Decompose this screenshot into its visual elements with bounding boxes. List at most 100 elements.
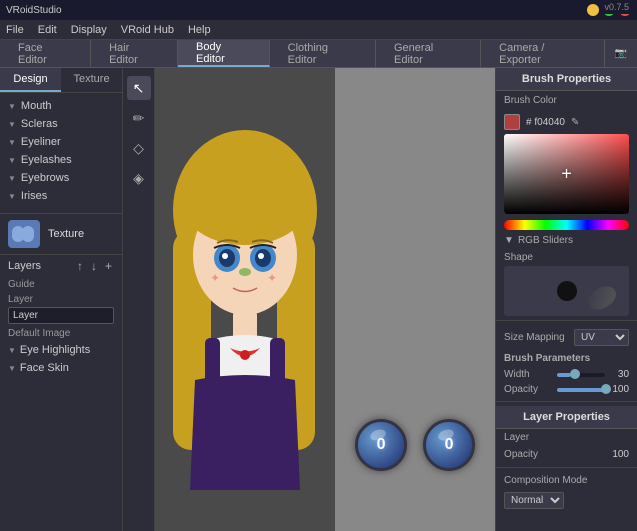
- layer-section: Layer: [0, 292, 122, 326]
- shape-circle: [557, 281, 577, 301]
- category-eyebrows[interactable]: ▼ Eyebrows: [0, 169, 122, 187]
- menu-display[interactable]: Display: [71, 24, 107, 36]
- chevron-icon: ▼: [8, 156, 16, 165]
- width-slider[interactable]: [557, 373, 605, 377]
- composition-mode-select[interactable]: Normal Multiply Screen Overlay: [504, 492, 564, 509]
- width-row: Width 30: [496, 367, 637, 382]
- menu-edit[interactable]: Edit: [38, 24, 57, 36]
- width-slider-thumb[interactable]: [570, 369, 580, 379]
- app-title: VRoidStudio: [6, 5, 62, 16]
- right-panel: Brush Properties Brush Color # f04040 ✎ …: [495, 68, 637, 531]
- brush-color-label: Brush Color: [504, 95, 557, 106]
- category-irises[interactable]: ▼ Irises: [0, 187, 122, 205]
- menu-bar: File Edit Display VRoid Hub Help: [0, 20, 637, 40]
- divider: [496, 401, 637, 402]
- category-mouth[interactable]: ▼ Mouth: [0, 97, 122, 115]
- chevron-icon: ▼: [8, 346, 16, 355]
- chevron-icon: ▼: [8, 138, 16, 147]
- guide-label: Guide: [8, 279, 35, 290]
- brush-stroke: [584, 282, 620, 314]
- layer-down-button[interactable]: ↓: [89, 259, 99, 273]
- layer-up-button[interactable]: ↑: [75, 259, 85, 273]
- rgb-sliders-label: RGB Sliders: [518, 235, 573, 246]
- chevron-icon: ▼: [8, 120, 16, 129]
- design-tab[interactable]: Design: [0, 68, 61, 92]
- hue-bar[interactable]: [504, 220, 629, 230]
- title-bar: VRoidStudio v0.7.5: [0, 0, 637, 20]
- camera-icon[interactable]: 📷: [615, 48, 627, 59]
- tool-toolbar: ↖ ✏ ◇ ◈: [123, 68, 155, 531]
- version-badge: v0.7.5: [600, 0, 633, 14]
- size-mapping-label: Size Mapping: [504, 332, 570, 343]
- color-value-row: # f04040 ✎: [496, 110, 637, 134]
- tab-general-editor[interactable]: General Editor: [376, 40, 481, 67]
- design-texture-tabs: Design Texture: [0, 68, 122, 93]
- shape-preview: [504, 266, 629, 316]
- chevron-icon: ▼: [8, 102, 16, 111]
- layer-input[interactable]: [8, 307, 114, 324]
- divider: [496, 467, 637, 468]
- category-eyeliner[interactable]: ▼ Eyeliner: [0, 133, 122, 151]
- main-layout: Design Texture ▼ Mouth ▼ Scleras ▼ Eyeli…: [0, 68, 637, 531]
- color-picker-inner: +: [504, 134, 629, 214]
- texture-tab[interactable]: Texture: [61, 68, 122, 92]
- size-mapping-select[interactable]: UV: [574, 329, 629, 346]
- category-eyelashes[interactable]: ▼ Eyelashes: [0, 151, 122, 169]
- menu-help[interactable]: Help: [188, 24, 211, 36]
- orb-left: [355, 419, 407, 471]
- divider: [496, 320, 637, 321]
- orb-shine: [437, 428, 455, 443]
- tab-face-editor[interactable]: Face Editor: [0, 40, 91, 67]
- tab-body-editor[interactable]: Body Editor: [178, 40, 270, 67]
- rgb-toggle[interactable]: ▼ RGB Sliders: [496, 232, 637, 249]
- character-svg: ✦ ✦: [155, 110, 335, 490]
- minimize-button[interactable]: [587, 4, 599, 16]
- edit-color-icon[interactable]: ✎: [571, 117, 579, 128]
- sub-category-eye-highlights[interactable]: ▼ Eye Highlights: [0, 341, 122, 359]
- chevron-icon: ▼: [504, 235, 514, 246]
- sub-category-face-skin[interactable]: ▼ Face Skin: [0, 359, 122, 377]
- opacity-row: Opacity 100: [496, 382, 637, 397]
- color-hex: # f04040: [526, 117, 565, 128]
- eraser-tool[interactable]: ◇: [127, 136, 151, 160]
- tab-hair-editor[interactable]: Hair Editor: [91, 40, 178, 67]
- width-label: Width: [504, 369, 552, 380]
- canvas-area[interactable]: ✦ ✦: [155, 68, 495, 531]
- opacity-slider-thumb[interactable]: [601, 384, 611, 394]
- center-area: ↖ ✏ ◇ ◈: [123, 68, 495, 531]
- texture-preview: Texture: [0, 213, 122, 255]
- default-image-label: Default Image: [8, 328, 70, 339]
- add-layer-button[interactable]: +: [103, 259, 114, 273]
- pencil-tool[interactable]: ✏: [127, 106, 151, 130]
- left-panel: Design Texture ▼ Mouth ▼ Scleras ▼ Eyeli…: [0, 68, 123, 531]
- layer-opacity-label: Opacity: [504, 449, 608, 460]
- brush-params-title: Brush Parameters: [496, 350, 637, 367]
- opacity-slider[interactable]: [557, 388, 605, 392]
- character-preview: ✦ ✦: [155, 110, 335, 490]
- opacity-label: Opacity: [504, 384, 552, 395]
- layer-opacity-value: 100: [612, 449, 629, 460]
- tab-bar: Face Editor Hair Editor Body Editor Clot…: [0, 40, 637, 68]
- droplet-tool[interactable]: ◈: [127, 166, 151, 190]
- menu-vroid-hub[interactable]: VRoid Hub: [121, 24, 174, 36]
- picker-plus: +: [561, 164, 572, 185]
- layer-properties-title: Layer Properties: [496, 406, 637, 429]
- color-picker[interactable]: +: [504, 134, 629, 214]
- cursor-tool[interactable]: ↖: [127, 76, 151, 100]
- orb-right: [423, 419, 475, 471]
- chevron-icon: ▼: [8, 174, 16, 183]
- menu-file[interactable]: File: [6, 24, 24, 36]
- opacity-value: 100: [609, 384, 629, 395]
- svg-text:✦: ✦: [267, 271, 277, 285]
- width-slider-fill: [557, 373, 572, 377]
- tab-clothing-editor[interactable]: Clothing Editor: [270, 40, 376, 67]
- tab-camera-exporter[interactable]: Camera / Exporter: [481, 40, 604, 67]
- texture-icon: [8, 220, 40, 248]
- category-scleras[interactable]: ▼ Scleras: [0, 115, 122, 133]
- layer-label-row: Layer: [496, 429, 637, 446]
- color-swatch[interactable]: [504, 114, 520, 130]
- layer-label: Layer: [504, 432, 629, 443]
- layer-opacity-row: Opacity 100: [496, 446, 637, 463]
- default-image-section: Default Image: [0, 326, 122, 341]
- composition-select-row: Normal Multiply Screen Overlay: [496, 489, 637, 512]
